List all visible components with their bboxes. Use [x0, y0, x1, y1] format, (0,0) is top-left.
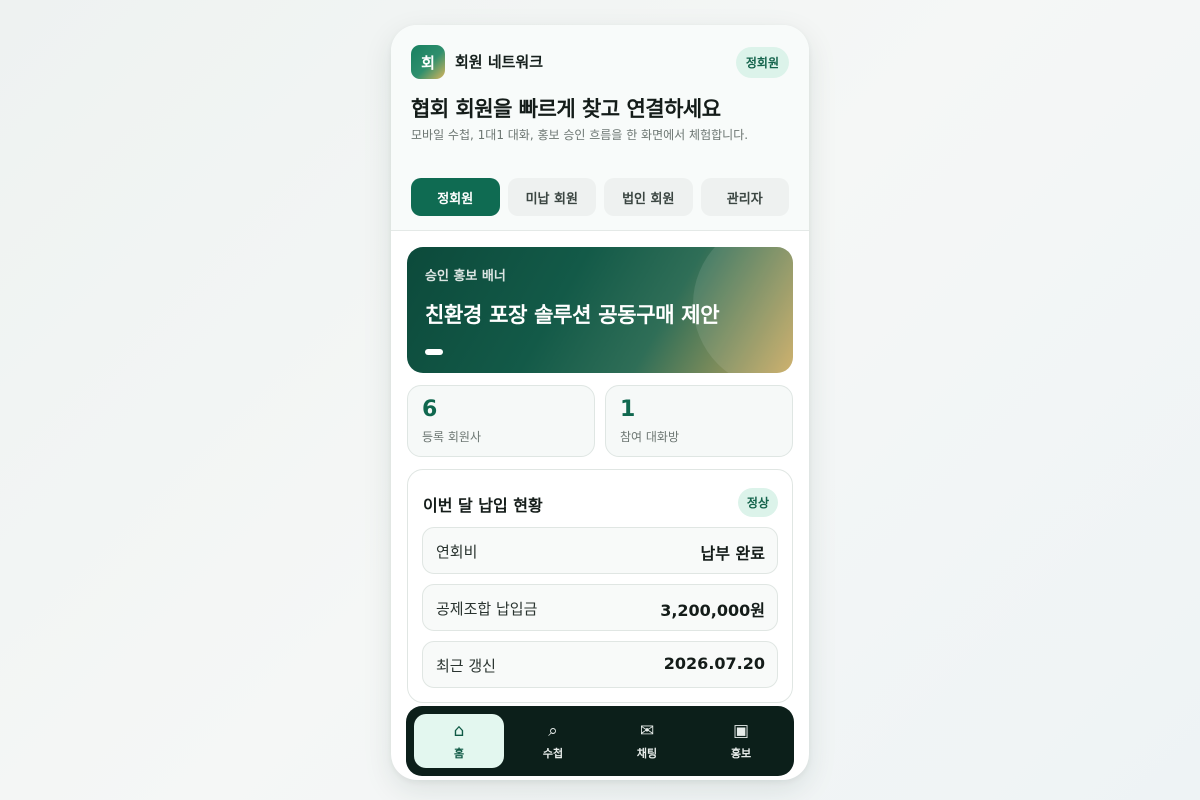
row-value: 3,200,000원: [660, 601, 765, 620]
status-badge: 정상: [737, 488, 778, 517]
stat-value: 6: [422, 397, 438, 422]
status-row: 최근 갱신 2026.07.20: [422, 641, 778, 688]
mail-icon: ✉: [639, 720, 655, 741]
banner-pagination-indicator[interactable]: [425, 349, 443, 355]
row-label: 공제조합 납입금: [436, 600, 538, 618]
status-row: 공제조합 납입금 3,200,000원: [422, 584, 778, 631]
nav-label: 홈: [453, 746, 465, 760]
row-value: 2026.07.20: [663, 654, 765, 673]
nav-directory[interactable]: ⌕ 수첩: [508, 714, 598, 768]
tab-regular-member[interactable]: 정회원: [411, 178, 500, 216]
nav-promotion[interactable]: ▣ 홍보: [696, 714, 786, 768]
nav-label: 채팅: [636, 746, 658, 760]
app-logo: 회: [411, 45, 445, 79]
nav-label: 수첩: [542, 746, 564, 760]
bottom-navigation: ⌂ 홈 ⌕ 수첩 ✉ 채팅 ▣ 홍보: [406, 706, 794, 776]
page-subtitle: 모바일 수첩, 1대1 대화, 홍보 승인 흐름을 한 화면에서 체험합니다.: [411, 128, 749, 142]
phone-frame: 회 회원 네트워크 정회원 협회 회원을 빠르게 찾고 연결하세요 모바일 수첩…: [391, 25, 809, 780]
member-type-tabs: 정회원 미납 회원 법인 회원 관리자: [411, 178, 789, 216]
nav-home[interactable]: ⌂ 홈: [414, 714, 504, 768]
app-name: 회원 네트워크: [455, 53, 544, 71]
stat-label: 참여 대화방: [620, 430, 680, 444]
nav-label: 홍보: [730, 746, 752, 760]
page-title: 협회 회원을 빠르게 찾고 연결하세요: [411, 97, 721, 121]
image-icon: ▣: [732, 720, 750, 741]
member-grade-badge: 정회원: [735, 47, 789, 78]
banner-label: 승인 홍보 배너: [425, 269, 506, 284]
row-label: 연회비: [436, 543, 478, 561]
search-icon: ⌕: [548, 720, 558, 741]
stat-value: 1: [620, 397, 636, 422]
nav-chat[interactable]: ✉ 채팅: [602, 714, 692, 768]
tab-corporate-member[interactable]: 법인 회원: [604, 178, 693, 216]
header-section: 회 회원 네트워크 정회원 협회 회원을 빠르게 찾고 연결하세요 모바일 수첩…: [391, 25, 809, 231]
tab-admin[interactable]: 관리자: [700, 178, 789, 216]
promo-banner[interactable]: 승인 홍보 배너 친환경 포장 솔루션 공동구매 제안: [407, 247, 793, 373]
payment-status-card: 이번 달 납입 현황 정상 연회비 납부 완료 공제조합 납입금 3,200,0…: [407, 469, 793, 703]
stat-card-members: 6 등록 회원사: [407, 385, 595, 457]
stat-label: 등록 회원사: [422, 430, 482, 444]
card-title: 이번 달 납입 현황: [423, 496, 543, 515]
row-value: 납부 완료: [700, 544, 765, 563]
banner-title: 친환경 포장 솔루션 공동구매 제안: [425, 303, 720, 327]
row-label: 최근 갱신: [436, 657, 496, 675]
status-row: 연회비 납부 완료: [422, 527, 778, 574]
tab-unpaid-member[interactable]: 미납 회원: [507, 178, 596, 216]
stat-card-chatrooms: 1 참여 대화방: [605, 385, 793, 457]
home-icon: ⌂: [453, 720, 465, 741]
